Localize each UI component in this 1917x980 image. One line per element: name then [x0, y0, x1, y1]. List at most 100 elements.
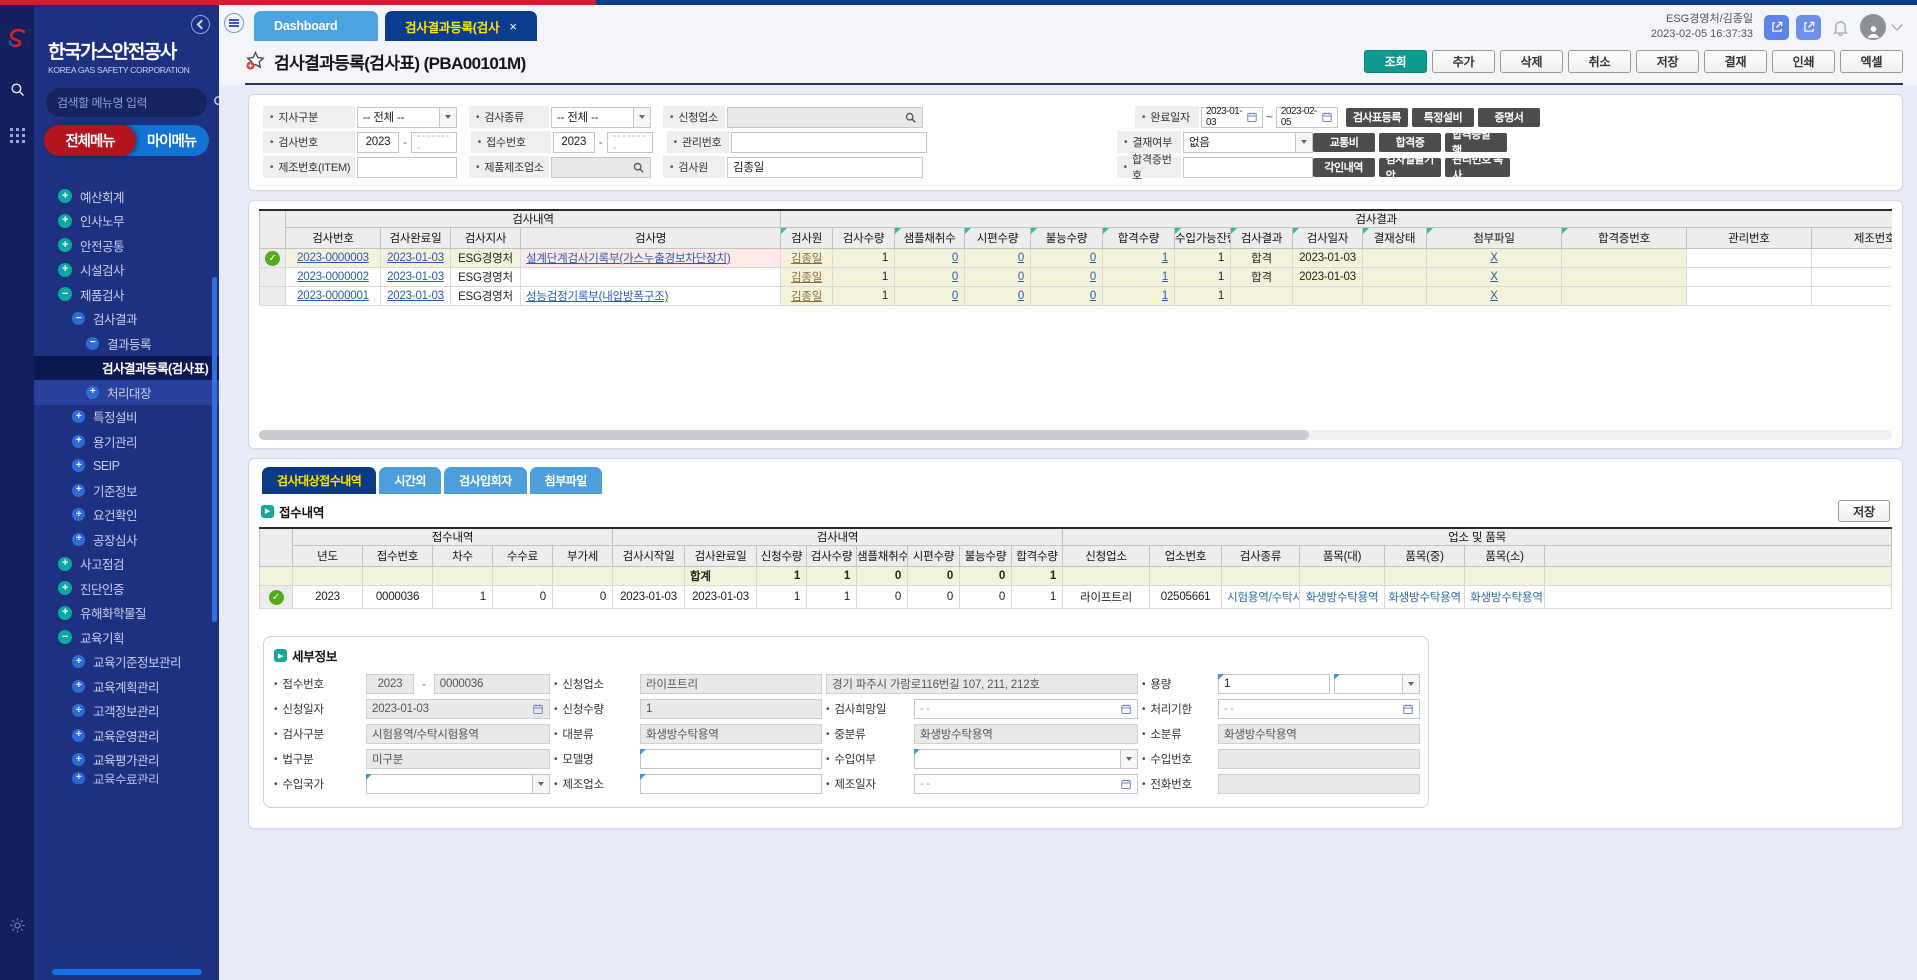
- grid-cell[interactable]: 0: [908, 567, 960, 586]
- action-button[interactable]: 조회: [1364, 50, 1427, 73]
- grid-cell[interactable]: [1562, 268, 1687, 287]
- grid-cell[interactable]: 0: [895, 268, 965, 287]
- grid-cell[interactable]: 2023-01-03: [381, 249, 451, 268]
- calendar-icon[interactable]: [532, 703, 544, 715]
- bottom-tab[interactable]: 검사입회자: [444, 467, 527, 494]
- grid-cell[interactable]: 1: [833, 268, 895, 287]
- apply-date-input[interactable]: 2023-01-03: [366, 699, 550, 719]
- sidebar-menu-item[interactable]: 공장심사: [34, 527, 219, 552]
- sidebar-menu-item[interactable]: 검사결과등록(검사표): [34, 356, 219, 381]
- column-header[interactable]: 품목(대): [1300, 546, 1385, 567]
- column-header[interactable]: 검사번호: [286, 228, 381, 249]
- rail-search-icon[interactable]: [9, 81, 26, 98]
- grid-cell[interactable]: 2023-01-03: [685, 586, 757, 609]
- grid-cell[interactable]: [1300, 567, 1385, 586]
- grid-cell[interactable]: [433, 567, 493, 586]
- grid-cell[interactable]: 2023-0000003: [286, 249, 381, 268]
- column-header[interactable]: 불능수량: [1031, 228, 1103, 249]
- table-row[interactable]: 202300000361002023-01-032023-01-03110001…: [260, 586, 1892, 609]
- sidebar-menu-item[interactable]: 요건확인: [34, 503, 219, 528]
- shop-input[interactable]: 라이프트리: [640, 674, 822, 694]
- column-header[interactable]: [1545, 546, 1892, 567]
- column-header[interactable]: 업소번호: [1150, 546, 1222, 567]
- grid-cell[interactable]: [1812, 249, 1892, 268]
- open-window-icon[interactable]: [1764, 15, 1789, 40]
- item-no-input[interactable]: [357, 157, 457, 178]
- sidebar-menu-item[interactable]: 검사결과: [34, 307, 219, 332]
- inspection-type-select[interactable]: -- 전체 --: [551, 107, 651, 128]
- sidebar-menu-item[interactable]: 결과등록: [34, 331, 219, 356]
- scrollbar-thumb[interactable]: [259, 430, 1309, 440]
- column-header[interactable]: 시편수량: [965, 228, 1031, 249]
- column-header[interactable]: 검사수량: [833, 228, 895, 249]
- sidebar-menu-item[interactable]: 교육기준정보관리: [34, 650, 219, 675]
- grid-cell[interactable]: [1465, 567, 1545, 586]
- grid-cell[interactable]: 2023-01-03: [381, 287, 451, 306]
- search-icon[interactable]: [212, 94, 219, 112]
- receipt-no-seq-input[interactable]: --------: [607, 132, 653, 153]
- calendar-icon[interactable]: [1402, 703, 1414, 715]
- menu-search-box[interactable]: [46, 88, 207, 117]
- grid-cell[interactable]: 화생방수탁용역: [1465, 586, 1545, 609]
- column-header[interactable]: 검사지사: [451, 228, 521, 249]
- applicant-shop-input[interactable]: [727, 107, 923, 128]
- sidebar-horizontal-scrollbar[interactable]: [52, 969, 202, 975]
- grid-cell[interactable]: 시험용역/수탁시험용역: [1222, 586, 1300, 609]
- sidebar-menu-item[interactable]: 교육기획: [34, 625, 219, 650]
- rail-apps-icon[interactable]: [10, 128, 25, 143]
- save-button[interactable]: 저장: [1838, 500, 1890, 522]
- tool-button[interactable]: 합격증발행: [1445, 133, 1507, 152]
- menu-search-input[interactable]: [57, 96, 212, 110]
- grid-cell[interactable]: [1150, 567, 1222, 586]
- grid-cell[interactable]: 1: [1175, 287, 1231, 306]
- action-button[interactable]: 취소: [1568, 50, 1631, 73]
- grid-cell[interactable]: 화생방수탁용역: [1385, 586, 1465, 609]
- column-header[interactable]: 신청업소: [1063, 546, 1150, 567]
- action-button[interactable]: 결재: [1704, 50, 1767, 73]
- column-header[interactable]: 부가세: [553, 546, 613, 567]
- grid-cell[interactable]: 0000036: [363, 586, 433, 609]
- tool-button[interactable]: 특정설비: [1412, 108, 1474, 127]
- table-row[interactable]: 합계110001: [260, 567, 1892, 586]
- grid-cell[interactable]: 1: [1012, 586, 1063, 609]
- table-row[interactable]: 2023-00000032023-01-03ESG경영처설계단계검사기록부(가스…: [260, 249, 1893, 268]
- grid-cell[interactable]: ESG경영처: [451, 249, 521, 268]
- grid-cell[interactable]: [493, 567, 553, 586]
- category1-input[interactable]: 화생방수탁용역: [640, 724, 822, 744]
- all-menu-button[interactable]: 전체메뉴: [44, 125, 136, 156]
- column-header[interactable]: 검사결과: [1231, 228, 1293, 249]
- grid-cell[interactable]: 1: [1175, 249, 1231, 268]
- manufacturer-input[interactable]: [640, 774, 822, 794]
- tool-button[interactable]: 검사일괄기안: [1379, 158, 1442, 177]
- calendar-icon[interactable]: [1321, 111, 1333, 123]
- deadline-input[interactable]: - -: [1218, 699, 1420, 719]
- grid-cell[interactable]: 2023-01-03: [381, 268, 451, 287]
- grid-cell[interactable]: 2023-01-03: [613, 586, 685, 609]
- select-arrow-icon[interactable]: [633, 108, 650, 127]
- column-header[interactable]: 합격수량: [1012, 546, 1063, 567]
- action-button[interactable]: 삭제: [1500, 50, 1563, 73]
- sidebar-menu-item[interactable]: 예산회계: [34, 184, 219, 209]
- select-arrow-icon[interactable]: [1402, 675, 1419, 693]
- grid-cell[interactable]: 0: [1031, 287, 1103, 306]
- grid-cell[interactable]: [293, 567, 363, 586]
- sidebar-menu-item[interactable]: 용기관리: [34, 429, 219, 454]
- model-input[interactable]: [640, 749, 822, 769]
- tab-dashboard[interactable]: Dashboard: [254, 11, 378, 41]
- grid-cell[interactable]: [1231, 287, 1293, 306]
- sidebar-menu-item[interactable]: 교육평가관리: [34, 748, 219, 773]
- tool-button[interactable]: 각인내역: [1313, 158, 1375, 177]
- inspector-input[interactable]: 김종일: [727, 157, 923, 178]
- certificate-no-input[interactable]: [1183, 157, 1313, 178]
- tab-active[interactable]: 검사결과등록(검사 ×: [385, 11, 537, 41]
- column-header[interactable]: 검사완료일: [381, 228, 451, 249]
- action-button[interactable]: 인쇄: [1772, 50, 1835, 73]
- column-header[interactable]: 년도: [293, 546, 363, 567]
- grid-cell[interactable]: 0: [960, 586, 1012, 609]
- grid-cell[interactable]: 0: [1031, 268, 1103, 287]
- tel-input[interactable]: [1218, 774, 1420, 794]
- chevron-down-icon[interactable]: [1891, 20, 1902, 31]
- grid-cell[interactable]: 김종일: [781, 268, 833, 287]
- import-country-select[interactable]: [366, 774, 550, 794]
- category2-input[interactable]: 화생방수탁용역: [914, 724, 1138, 744]
